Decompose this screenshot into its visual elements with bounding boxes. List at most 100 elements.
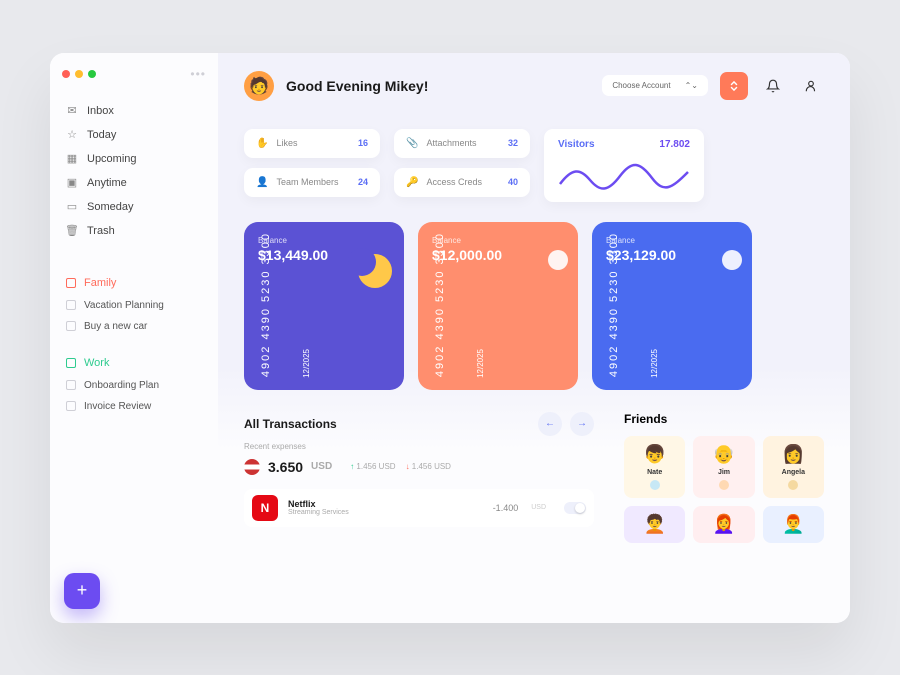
visitors-value: 17.802 xyxy=(659,139,690,150)
sidebar-item-someday[interactable]: ▭ Someday xyxy=(62,195,206,219)
account-selector-label: Choose Account xyxy=(612,81,670,90)
bottom-row: All Transactions ← → Recent expenses 3.6… xyxy=(244,412,824,543)
sidebar-item-label: Someday xyxy=(87,201,133,213)
friend-name: Jim xyxy=(718,469,730,476)
stat-access[interactable]: 🔑 Access Creds 40 xyxy=(394,168,530,197)
stat-likes[interactable]: ✋Likes16 xyxy=(244,129,380,158)
project-item-car[interactable]: Buy a new car xyxy=(62,316,206,337)
maximize-window-icon[interactable] xyxy=(88,70,96,78)
person-icon: 👤 xyxy=(256,177,268,188)
checkbox-icon xyxy=(66,358,76,368)
stat-team[interactable]: 👤Team Members24 xyxy=(244,168,380,197)
cards-row: Balance $13,449.00 4902 4390 5230 3300 1… xyxy=(244,222,824,390)
card-expiry: 12/2025 xyxy=(650,349,659,378)
friend-6[interactable]: 👨‍🦰 xyxy=(763,506,824,543)
layers-icon: ▣ xyxy=(66,177,78,189)
visitors-card[interactable]: Visitors17.802 xyxy=(544,129,704,202)
sidebar-item-label: Trash xyxy=(87,225,115,237)
inbox-icon: ✉ xyxy=(66,105,78,117)
next-button[interactable]: → xyxy=(570,412,594,436)
archive-icon: ▭ xyxy=(66,201,78,213)
recent-label: Recent expenses xyxy=(244,442,594,451)
checkbox-icon xyxy=(66,278,76,288)
tx-currency: USD xyxy=(531,504,546,511)
stat-label: Team Members xyxy=(276,177,350,187)
friend-name: Nate xyxy=(647,469,662,476)
sidebar-item-anytime[interactable]: ▣Anytime xyxy=(62,171,206,195)
credit-card-3[interactable]: Balance $23,129.00 4902 4390 5230 3300 1… xyxy=(592,222,752,390)
tx-category: Streaming Services xyxy=(288,509,349,516)
arrow-up-icon: ↑ xyxy=(350,462,354,471)
arrow-down-icon: ↓ xyxy=(406,462,410,471)
stat-value: 40 xyxy=(508,177,518,187)
chevron-updown-icon: ⌃⌄ xyxy=(685,81,698,90)
credit-card-1[interactable]: Balance $13,449.00 4902 4390 5230 3300 1… xyxy=(244,222,404,390)
card-number: 4902 4390 5230 3300 xyxy=(432,232,449,377)
project-work[interactable]: Work xyxy=(62,351,206,375)
credit-card-2[interactable]: Balance $12,000.00 4902 4390 5230 3300 1… xyxy=(418,222,578,390)
tx-name: Netflix xyxy=(288,499,349,509)
stat-value: 16 xyxy=(358,138,368,148)
friend-avatar: 👦 xyxy=(643,444,665,465)
project-item-vacation[interactable]: Vacation Planning xyxy=(62,295,206,316)
minimize-window-icon[interactable] xyxy=(75,70,83,78)
swap-button[interactable] xyxy=(720,72,748,100)
sidebar-item-label: Inbox xyxy=(87,105,114,117)
project-item-label: Vacation Planning xyxy=(84,300,164,311)
friend-angela[interactable]: 👩Angela xyxy=(763,436,824,498)
card-expiry: 12/2025 xyxy=(476,349,485,378)
total-currency: USD xyxy=(311,461,332,472)
stat-value: 32 xyxy=(508,138,518,148)
sidebar-item-label: Upcoming xyxy=(87,153,137,165)
balance-label: Balance xyxy=(606,236,738,245)
checkbox-icon xyxy=(66,300,76,310)
transactions-heading: All Transactions xyxy=(244,417,337,431)
project-item-onboarding[interactable]: Onboarding Plan xyxy=(62,375,206,396)
moon-icon xyxy=(358,254,392,288)
balance-value: $23,129.00 xyxy=(606,247,738,263)
project-item-label: Onboarding Plan xyxy=(84,380,159,391)
friend-avatar: 👴 xyxy=(713,444,735,465)
add-button[interactable]: + xyxy=(64,573,100,609)
balance-label: Balance xyxy=(258,236,390,245)
flag-icon xyxy=(244,459,260,475)
sidebar-item-inbox[interactable]: ✉ Inbox xyxy=(62,99,206,123)
sidebar: ••• ✉ Inbox ☆Today ▦Upcoming ▣Anytime ▭ So… xyxy=(50,53,218,623)
project-item-label: Buy a new car xyxy=(84,321,147,332)
card-number: 4902 4390 5230 3300 xyxy=(606,232,623,377)
checkbox-icon xyxy=(66,321,76,331)
avatar[interactable]: 🧑 xyxy=(244,71,274,101)
balance-value: $12,000.00 xyxy=(432,247,564,263)
total-value: 3.650 xyxy=(268,459,303,475)
tx-toggle[interactable] xyxy=(564,502,586,514)
project-family[interactable]: Family xyxy=(62,271,206,295)
friends-panel: Friends 👦Nate 👴Jim 👩Angela 🧑‍🦱 👩‍🦰 👨‍🦰 xyxy=(624,412,824,543)
sidebar-item-today[interactable]: ☆Today xyxy=(62,123,206,147)
stat-attachments[interactable]: 📎Attachments32 xyxy=(394,129,530,158)
key-icon: 🔑 xyxy=(406,177,418,188)
account-selector[interactable]: Choose Account ⌃⌄ xyxy=(602,75,708,96)
more-icon[interactable]: ••• xyxy=(190,67,206,81)
netflix-icon: N xyxy=(252,495,278,521)
friend-4[interactable]: 🧑‍🦱 xyxy=(624,506,685,543)
stat-label: Access Creds xyxy=(426,177,500,187)
user-icon[interactable] xyxy=(798,73,824,99)
main-content: 🧑 Good Evening Mikey! Choose Account⌃⌄ ✋… xyxy=(218,53,850,623)
inout: ↑ 1.456 USD ↓ 1.456 USD xyxy=(350,462,451,471)
friend-5[interactable]: 👩‍🦰 xyxy=(693,506,754,543)
friend-nate[interactable]: 👦 Nate xyxy=(624,436,685,498)
balance-label: Balance xyxy=(432,236,564,245)
transaction-row[interactable]: N Netflix Streaming Services -1.400 USD xyxy=(244,489,594,527)
close-window-icon[interactable] xyxy=(62,70,70,78)
bell-icon[interactable] xyxy=(760,73,786,99)
stat-label: Attachments xyxy=(426,138,500,148)
status-badge xyxy=(650,480,660,490)
prev-button[interactable]: ← xyxy=(538,412,562,436)
sidebar-item-upcoming[interactable]: ▦Upcoming xyxy=(62,147,206,171)
circle-icon xyxy=(722,250,742,270)
tx-amount: -1.400 xyxy=(493,503,519,513)
project-item-invoice[interactable]: Invoice Review xyxy=(62,396,206,417)
friend-avatar: 👩‍🦰 xyxy=(713,514,735,535)
friend-jim[interactable]: 👴 Jim xyxy=(693,436,754,498)
sidebar-item-trash[interactable]: 🗑Trash xyxy=(62,219,206,243)
